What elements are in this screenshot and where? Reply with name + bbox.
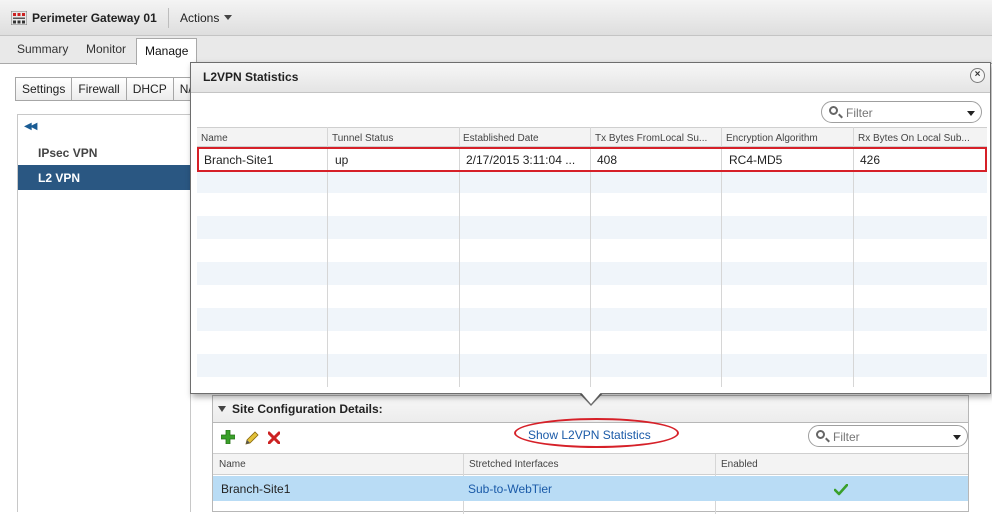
actions-label: Actions [180, 11, 220, 25]
cell-tunnel-status: up [335, 153, 349, 167]
nav-item-l2-vpn[interactable]: L2 VPN [18, 165, 190, 190]
cell-tx-bytes: 408 [597, 153, 618, 167]
app-icon [11, 11, 27, 25]
dialog-filter-input[interactable] [846, 105, 946, 120]
column-header-established-date[interactable]: Established Date [463, 133, 587, 144]
close-icon[interactable]: × [970, 68, 985, 83]
page-title: Perimeter Gateway 01 [32, 11, 157, 25]
chevron-down-icon [224, 15, 233, 20]
actions-menu[interactable]: Actions [180, 11, 233, 25]
cell-established-date: 2/17/2015 3:11:04 ... [466, 153, 576, 167]
tab-summary[interactable]: Summary [17, 42, 68, 56]
check-icon [834, 484, 848, 496]
site-config-filter[interactable] [808, 425, 968, 447]
sub-tab-strip: Settings Firewall DHCP N/ [15, 77, 199, 101]
dialog-header [191, 63, 990, 93]
dialog-filter[interactable] [821, 101, 982, 123]
dialog-pointer-fill [578, 389, 604, 404]
column-header-encryption[interactable]: Encryption Algorithm [726, 133, 852, 144]
column-header-name[interactable]: Name [201, 133, 325, 144]
collapse-left-icon[interactable]: ◀◀ [24, 121, 37, 132]
dialog-title: L2VPN Statistics [203, 70, 299, 84]
subtab-dhcp[interactable]: DHCP [125, 77, 174, 101]
empty-row [197, 216, 987, 239]
empty-row [197, 239, 987, 262]
subtab-firewall[interactable]: Firewall [71, 77, 127, 101]
empty-row [197, 377, 987, 387]
empty-row [197, 193, 987, 216]
title-divider [168, 8, 169, 28]
cell-name: Branch-Site1 [204, 153, 274, 167]
site-config-grid-header: Name Stretched Interfaces Enabled [213, 453, 968, 514]
tab-monitor[interactable]: Monitor [86, 42, 126, 56]
column-header-stretched-interfaces[interactable]: Stretched Interfaces [469, 459, 559, 470]
edit-icon[interactable] [244, 430, 260, 446]
site-config-filter-input[interactable] [833, 429, 933, 444]
empty-row [197, 262, 987, 285]
chevron-down-icon[interactable] [967, 111, 975, 116]
table-row[interactable]: Branch-Site1 Sub-to-WebTier [213, 476, 968, 501]
cell-name: Branch-Site1 [221, 482, 291, 496]
site-config-title: Site Configuration Details: [232, 402, 383, 416]
empty-row [197, 170, 987, 193]
search-icon [829, 106, 838, 115]
delete-icon[interactable] [268, 430, 280, 444]
subtab-settings[interactable]: Settings [15, 77, 73, 101]
cell-rx-bytes: 426 [860, 153, 881, 167]
column-header-tunnel-status[interactable]: Tunnel Status [332, 133, 456, 144]
cell-encryption: RC4-MD5 [729, 153, 783, 167]
statistics-grid-header: Name Tunnel Status Established Date Tx B… [197, 127, 987, 147]
search-icon [816, 430, 825, 439]
expand-triangle-icon[interactable] [218, 406, 226, 412]
statistics-grid-body [197, 147, 987, 387]
empty-row [197, 354, 987, 377]
column-header-enabled[interactable]: Enabled [721, 459, 758, 470]
annotation-ellipse [514, 418, 679, 448]
cell-stretched-interfaces[interactable]: Sub-to-WebTier [468, 482, 552, 496]
main-tab-strip: Summary Monitor Manage [0, 36, 992, 65]
column-header-name[interactable]: Name [219, 459, 246, 470]
chevron-down-icon[interactable] [953, 435, 961, 440]
column-header-tx-bytes[interactable]: Tx Bytes FromLocal Su... [595, 133, 719, 144]
empty-row [197, 285, 987, 308]
empty-row [197, 308, 987, 331]
add-icon[interactable] [221, 430, 235, 444]
empty-row [197, 331, 987, 354]
column-header-rx-bytes[interactable]: Rx Bytes On Local Sub... [858, 133, 982, 144]
nav-item-ipsec-vpn[interactable]: IPsec VPN [18, 140, 190, 165]
tab-manage[interactable]: Manage [136, 38, 198, 65]
